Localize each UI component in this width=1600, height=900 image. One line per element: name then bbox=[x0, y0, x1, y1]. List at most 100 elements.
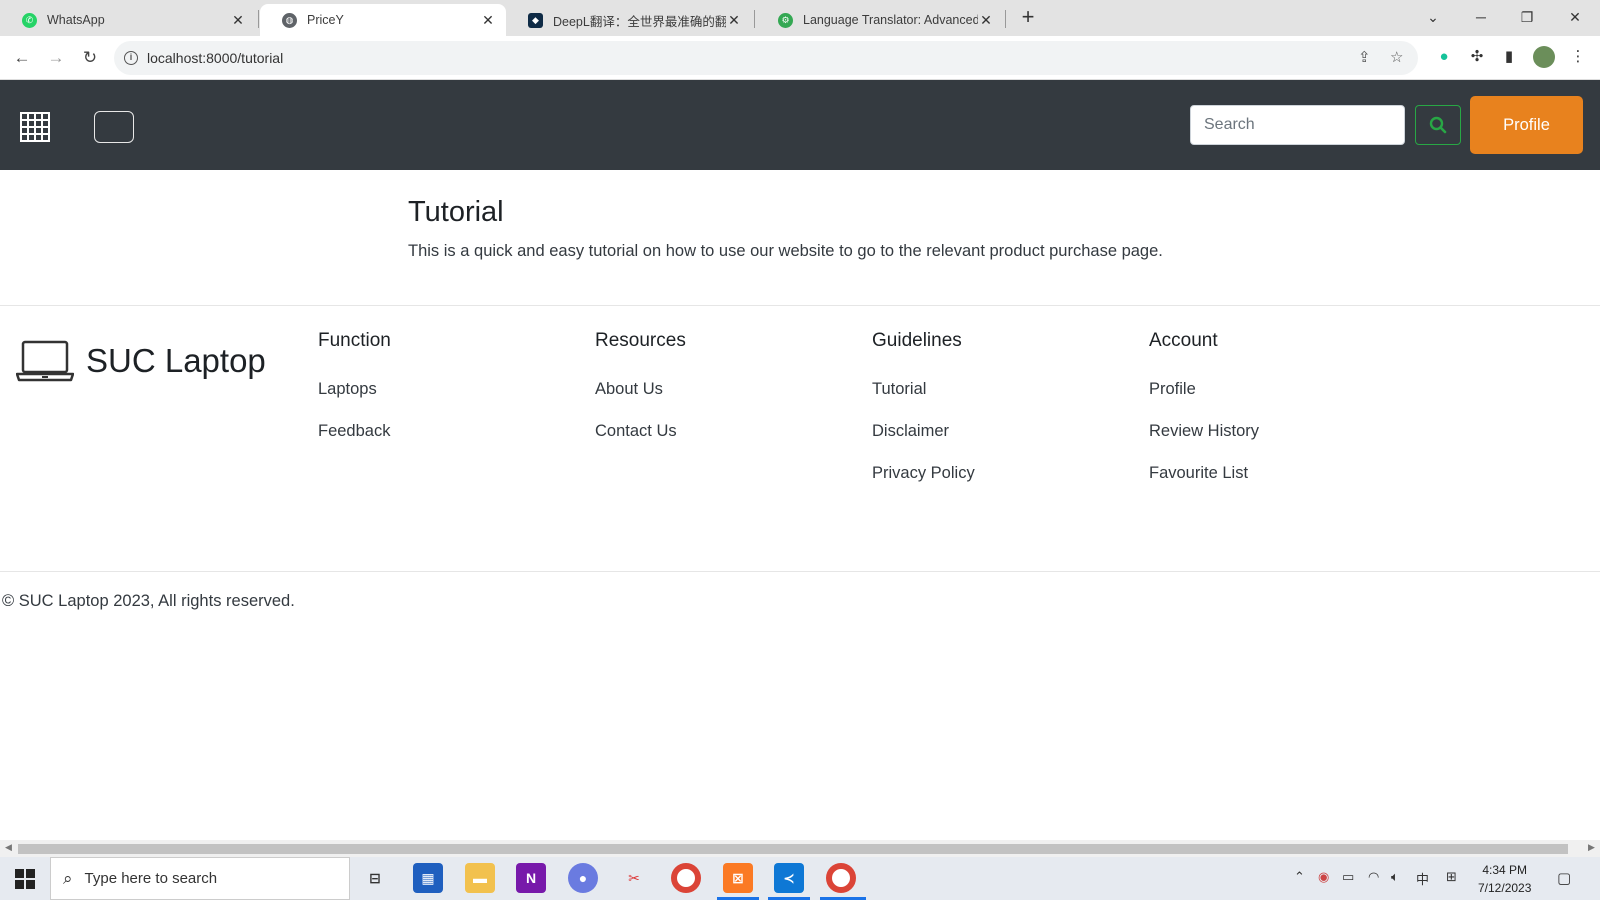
footer-link-favourite-list[interactable]: Favourite List bbox=[1149, 464, 1259, 506]
page-title: Tutorial bbox=[408, 196, 504, 228]
copyright-text: © SUC Laptop 2023, All rights reserved. bbox=[2, 592, 295, 610]
site-info-icon[interactable]: i bbox=[124, 51, 138, 65]
tab-whatsapp[interactable]: ✆ WhatsApp ✕ bbox=[0, 4, 256, 36]
extensions-puzzle-icon[interactable]: ✣ bbox=[1467, 47, 1487, 67]
browser-tab-bar: ✆ WhatsApp ✕ ◍ PriceY ✕ ◆ DeepL翻译：全世界最准确… bbox=[0, 0, 1600, 36]
share-icon[interactable]: ⇪ bbox=[1358, 41, 1371, 75]
vscode-icon[interactable]: ≺ bbox=[774, 863, 804, 893]
chrome-icon[interactable] bbox=[671, 863, 701, 893]
address-bar[interactable]: i localhost:8000/tutorial ⇪ ☆ bbox=[114, 41, 1418, 75]
new-tab-button[interactable]: + bbox=[1016, 6, 1040, 30]
footer-column-resources: Resources About Us Contact Us bbox=[595, 330, 686, 464]
scroll-left-arrow-icon[interactable]: ◀ bbox=[5, 842, 12, 853]
tab-title: WhatsApp bbox=[47, 13, 105, 27]
tab-divider bbox=[1005, 10, 1006, 28]
browser-toolbar: ← → ↻ i localhost:8000/tutorial ⇪ ☆ ● ✣ … bbox=[0, 36, 1600, 80]
close-window-button[interactable]: ✕ bbox=[1552, 4, 1598, 30]
footer-heading: Resources bbox=[595, 330, 686, 351]
file-explorer-icon[interactable]: ▬ bbox=[465, 863, 495, 893]
profile-button[interactable]: Profile bbox=[1470, 96, 1583, 154]
footer-link-review-history[interactable]: Review History bbox=[1149, 422, 1259, 464]
tab-divider bbox=[754, 10, 755, 28]
site-navbar: Profile bbox=[0, 80, 1600, 170]
search-icon: ⌕ bbox=[63, 868, 73, 888]
footer-divider bbox=[0, 571, 1600, 572]
search-icon bbox=[1429, 116, 1447, 134]
scrollbar-thumb[interactable] bbox=[18, 844, 1568, 854]
color-app-tray-icon[interactable]: ◉ bbox=[1318, 869, 1329, 885]
tab-title: DeepL翻译：全世界最准确的翻译 bbox=[553, 14, 726, 29]
close-icon[interactable]: ✕ bbox=[978, 12, 994, 29]
translator-icon: ⚙ bbox=[778, 12, 793, 28]
deepl-icon: ◆ bbox=[528, 12, 543, 28]
photos-icon[interactable]: ● bbox=[568, 863, 598, 893]
taskbar-search-placeholder: Type here to search bbox=[84, 870, 218, 887]
bookmark-star-icon[interactable]: ☆ bbox=[1390, 41, 1403, 75]
tab-title: Language Translator: Advanced bbox=[803, 13, 978, 27]
system-clock[interactable]: 4:34 PM 7/12/2023 bbox=[1478, 861, 1531, 897]
horizontal-scrollbar[interactable]: ◀ ▶ bbox=[0, 840, 1600, 857]
reload-button[interactable]: ↻ bbox=[78, 46, 102, 70]
section-divider bbox=[0, 305, 1600, 306]
tray-overflow-chevron-icon[interactable]: ⌃ bbox=[1294, 869, 1305, 885]
clock-date: 7/12/2023 bbox=[1478, 881, 1532, 895]
windows-taskbar: ⌕ Type here to search ⊟ ▦ ▬ N ● ✂ ⊠ ≺ ⌃ … bbox=[0, 857, 1600, 900]
tab-search-chevron-icon[interactable]: ⌄ bbox=[1410, 4, 1456, 30]
footer-link-disclaimer[interactable]: Disclaimer bbox=[872, 422, 975, 464]
scroll-right-arrow-icon[interactable]: ▶ bbox=[1588, 842, 1595, 853]
laptop-icon bbox=[16, 340, 74, 382]
navbar-toggler-button[interactable] bbox=[94, 111, 134, 143]
close-icon[interactable]: ✕ bbox=[230, 12, 246, 29]
taskbar-search-box[interactable]: ⌕ Type here to search bbox=[50, 857, 350, 900]
back-button[interactable]: ← bbox=[10, 46, 34, 70]
tab-title: PriceY bbox=[307, 13, 344, 27]
tab-pricey[interactable]: ◍ PriceY ✕ bbox=[260, 4, 506, 36]
xampp-icon[interactable]: ⊠ bbox=[723, 863, 753, 893]
tab-language-translator[interactable]: ⚙ Language Translator: Advanced ✕ bbox=[756, 4, 1004, 36]
footer-link-about-us[interactable]: About Us bbox=[595, 380, 686, 422]
footer-column-account: Account Profile Review History Favourite… bbox=[1149, 330, 1259, 506]
browser-menu-icon[interactable]: ⋮ bbox=[1568, 47, 1588, 67]
chrome-active-icon[interactable] bbox=[826, 863, 856, 893]
footer-link-privacy-policy[interactable]: Privacy Policy bbox=[872, 464, 975, 506]
footer-link-profile[interactable]: Profile bbox=[1149, 380, 1259, 422]
footer-brand[interactable]: SUC Laptop bbox=[16, 340, 266, 382]
footer-column-function: Function Laptops Feedback bbox=[318, 330, 391, 464]
microsoft-store-icon[interactable]: ▦ bbox=[413, 863, 443, 893]
footer-column-guidelines: Guidelines Tutorial Disclaimer Privacy P… bbox=[872, 330, 975, 506]
brand-name: SUC Laptop bbox=[86, 342, 266, 379]
search-input[interactable] bbox=[1190, 105, 1405, 145]
footer-heading: Guidelines bbox=[872, 330, 962, 351]
grammarly-extension-icon[interactable]: ● bbox=[1434, 47, 1454, 67]
tab-deepl[interactable]: ◆ DeepL翻译：全世界最准确的翻译 ✕ bbox=[506, 4, 752, 36]
footer-link-tutorial[interactable]: Tutorial bbox=[872, 380, 975, 422]
notifications-icon[interactable]: ▢ bbox=[1557, 869, 1571, 887]
url-text: localhost:8000/tutorial bbox=[147, 50, 284, 66]
footer-link-laptops[interactable]: Laptops bbox=[318, 380, 391, 422]
side-panel-icon[interactable]: ▮ bbox=[1499, 47, 1519, 67]
battery-icon[interactable]: ▭ bbox=[1342, 869, 1354, 885]
close-icon[interactable]: ✕ bbox=[726, 12, 742, 29]
footer-heading: Account bbox=[1149, 330, 1218, 351]
footer-link-feedback[interactable]: Feedback bbox=[318, 422, 391, 464]
snipping-tool-icon[interactable]: ✂ bbox=[619, 863, 649, 893]
footer-link-contact-us[interactable]: Contact Us bbox=[595, 422, 686, 464]
onenote-icon[interactable]: N bbox=[516, 863, 546, 893]
search-button[interactable] bbox=[1415, 105, 1461, 145]
volume-icon[interactable]: 🔈︎ bbox=[1391, 869, 1399, 885]
forward-button[interactable]: → bbox=[44, 46, 68, 70]
task-view-icon[interactable]: ⊟ bbox=[360, 863, 390, 893]
avatar[interactable] bbox=[1533, 46, 1555, 68]
close-icon[interactable]: ✕ bbox=[480, 12, 496, 29]
restore-button[interactable]: ❐ bbox=[1504, 4, 1550, 30]
wifi-icon[interactable]: ◠ bbox=[1368, 869, 1379, 885]
windows-start-icon[interactable] bbox=[15, 869, 35, 889]
ime-language-indicator[interactable]: 中 bbox=[1416, 869, 1429, 888]
minimize-button[interactable]: ─ bbox=[1458, 4, 1504, 30]
page-description: This is a quick and easy tutorial on how… bbox=[408, 242, 1163, 260]
ime-mode-icon[interactable]: ⊞ bbox=[1446, 869, 1457, 885]
clock-time: 4:34 PM bbox=[1482, 863, 1528, 877]
apps-grid-icon[interactable] bbox=[20, 112, 50, 142]
globe-icon: ◍ bbox=[282, 12, 297, 28]
footer-heading: Function bbox=[318, 330, 391, 351]
